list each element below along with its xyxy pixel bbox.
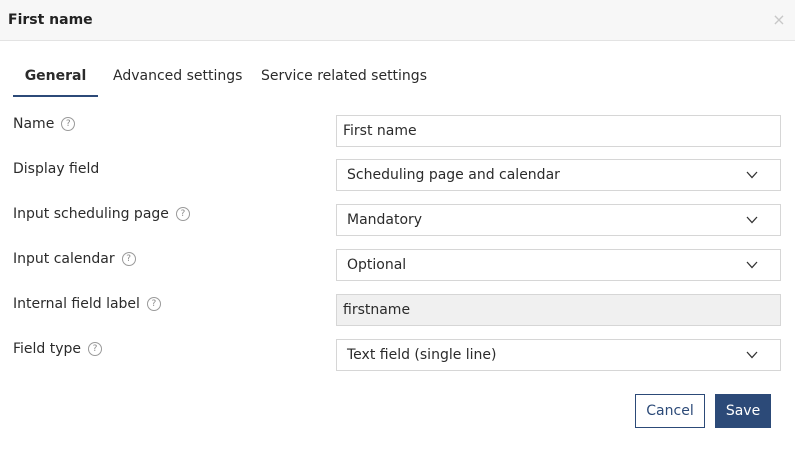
name-label: Name [13, 116, 55, 132]
display-field-label: Display field [13, 161, 100, 177]
chevron-down-icon [746, 171, 758, 179]
tab-service-related-settings[interactable]: Service related settings [261, 58, 427, 97]
display-field-label-row: Display field [13, 159, 99, 179]
chevron-down-icon [746, 351, 758, 359]
help-icon[interactable]: ? [88, 342, 103, 356]
tab-general[interactable]: General [13, 58, 98, 97]
chevron-down-icon [746, 261, 758, 269]
tab-advanced-settings[interactable]: Advanced settings [113, 58, 242, 97]
internal-field-label: Internal field label [13, 296, 140, 312]
input-scheduling-page-label-row: Input scheduling page ? [13, 204, 190, 224]
input-calendar-label-row: Input calendar ? [13, 249, 136, 269]
help-icon[interactable]: ? [146, 297, 161, 311]
help-icon[interactable]: ? [175, 207, 190, 221]
dialog-header: First name × [0, 0, 795, 41]
help-icon[interactable]: ? [61, 117, 76, 131]
dialog-title: First name [8, 12, 93, 28]
field-type-label-row: Field type ? [13, 339, 103, 359]
display-field-value: Scheduling page and calendar [347, 167, 560, 183]
input-scheduling-page-label: Input scheduling page [13, 206, 169, 222]
name-input[interactable]: First name [336, 115, 781, 147]
help-icon[interactable]: ? [121, 252, 136, 266]
input-calendar-select[interactable]: Optional [336, 249, 781, 281]
input-scheduling-page-select[interactable]: Mandatory [336, 204, 781, 236]
close-icon[interactable]: × [771, 10, 787, 30]
field-type-value: Text field (single line) [347, 347, 497, 363]
chevron-down-icon [746, 216, 758, 224]
input-calendar-value: Optional [347, 257, 407, 273]
field-type-label: Field type [13, 341, 82, 357]
name-label-row: Name ? [13, 114, 76, 134]
field-type-select[interactable]: Text field (single line) [336, 339, 781, 371]
internal-field-label-input: firstname [336, 294, 781, 326]
save-button[interactable]: Save [715, 394, 771, 428]
display-field-select[interactable]: Scheduling page and calendar [336, 159, 781, 191]
input-scheduling-page-value: Mandatory [347, 212, 423, 228]
cancel-button[interactable]: Cancel [635, 394, 705, 428]
input-calendar-label: Input calendar [13, 251, 115, 267]
internal-field-label-row: Internal field label ? [13, 294, 161, 314]
